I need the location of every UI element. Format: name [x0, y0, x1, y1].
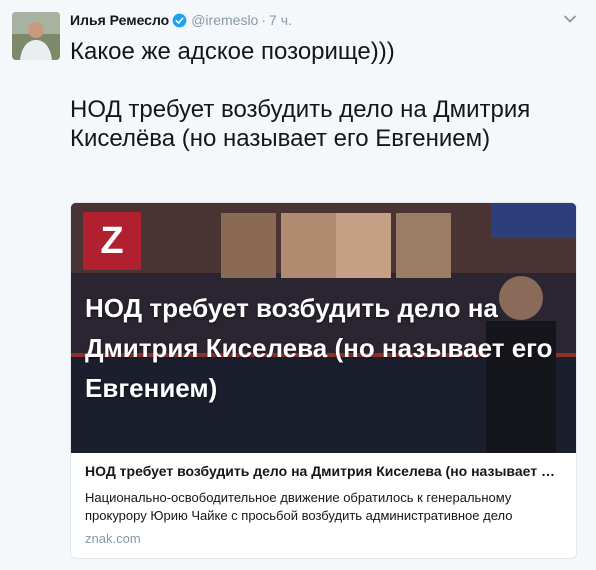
- card-domain[interactable]: znak.com: [85, 531, 562, 547]
- verified-badge-icon: [172, 13, 187, 27]
- avatar-photo: [12, 12, 60, 60]
- card-description-line: Национально-освободительное движение обр…: [85, 490, 512, 505]
- tweet-timestamp[interactable]: 7 ч.: [269, 12, 292, 28]
- tweet-header: Илья Ремесло @iremeslo · 7 ч.: [70, 10, 292, 30]
- tweet-text-line: НОД требует возбудить дело на Дмитрия Ки…: [70, 96, 531, 152]
- tweet-text: Какое же адское позорище))) НОД требует …: [70, 37, 570, 153]
- avatar[interactable]: [12, 12, 60, 60]
- chevron-down-icon[interactable]: [563, 12, 577, 26]
- author-handle[interactable]: @iremeslo: [191, 12, 258, 28]
- card-image: Z НОД требует возбудить дело на Дмитрия …: [71, 203, 576, 453]
- card-description: Национально-освободительное движение обр…: [85, 489, 562, 525]
- author-name[interactable]: Илья Ремесло: [70, 12, 169, 28]
- card-title[interactable]: НОД требует возбудить дело на Дмитрия Ки…: [85, 462, 562, 481]
- separator-dot: ·: [261, 12, 267, 28]
- znak-logo-letter: Z: [100, 220, 124, 262]
- znak-logo: Z: [83, 212, 141, 270]
- card-description-line: прокурору Юрию Чайке с просьбой возбудит…: [85, 508, 513, 523]
- card-image-headline: НОД требует возбудить дело на Дмитрия Ки…: [85, 293, 553, 403]
- link-card[interactable]: Z НОД требует возбудить дело на Дмитрия …: [70, 202, 577, 559]
- card-body[interactable]: НОД требует возбудить дело на Дмитрия Ки…: [71, 453, 576, 547]
- tweet-text-line: Какое же адское позорище))): [70, 38, 395, 65]
